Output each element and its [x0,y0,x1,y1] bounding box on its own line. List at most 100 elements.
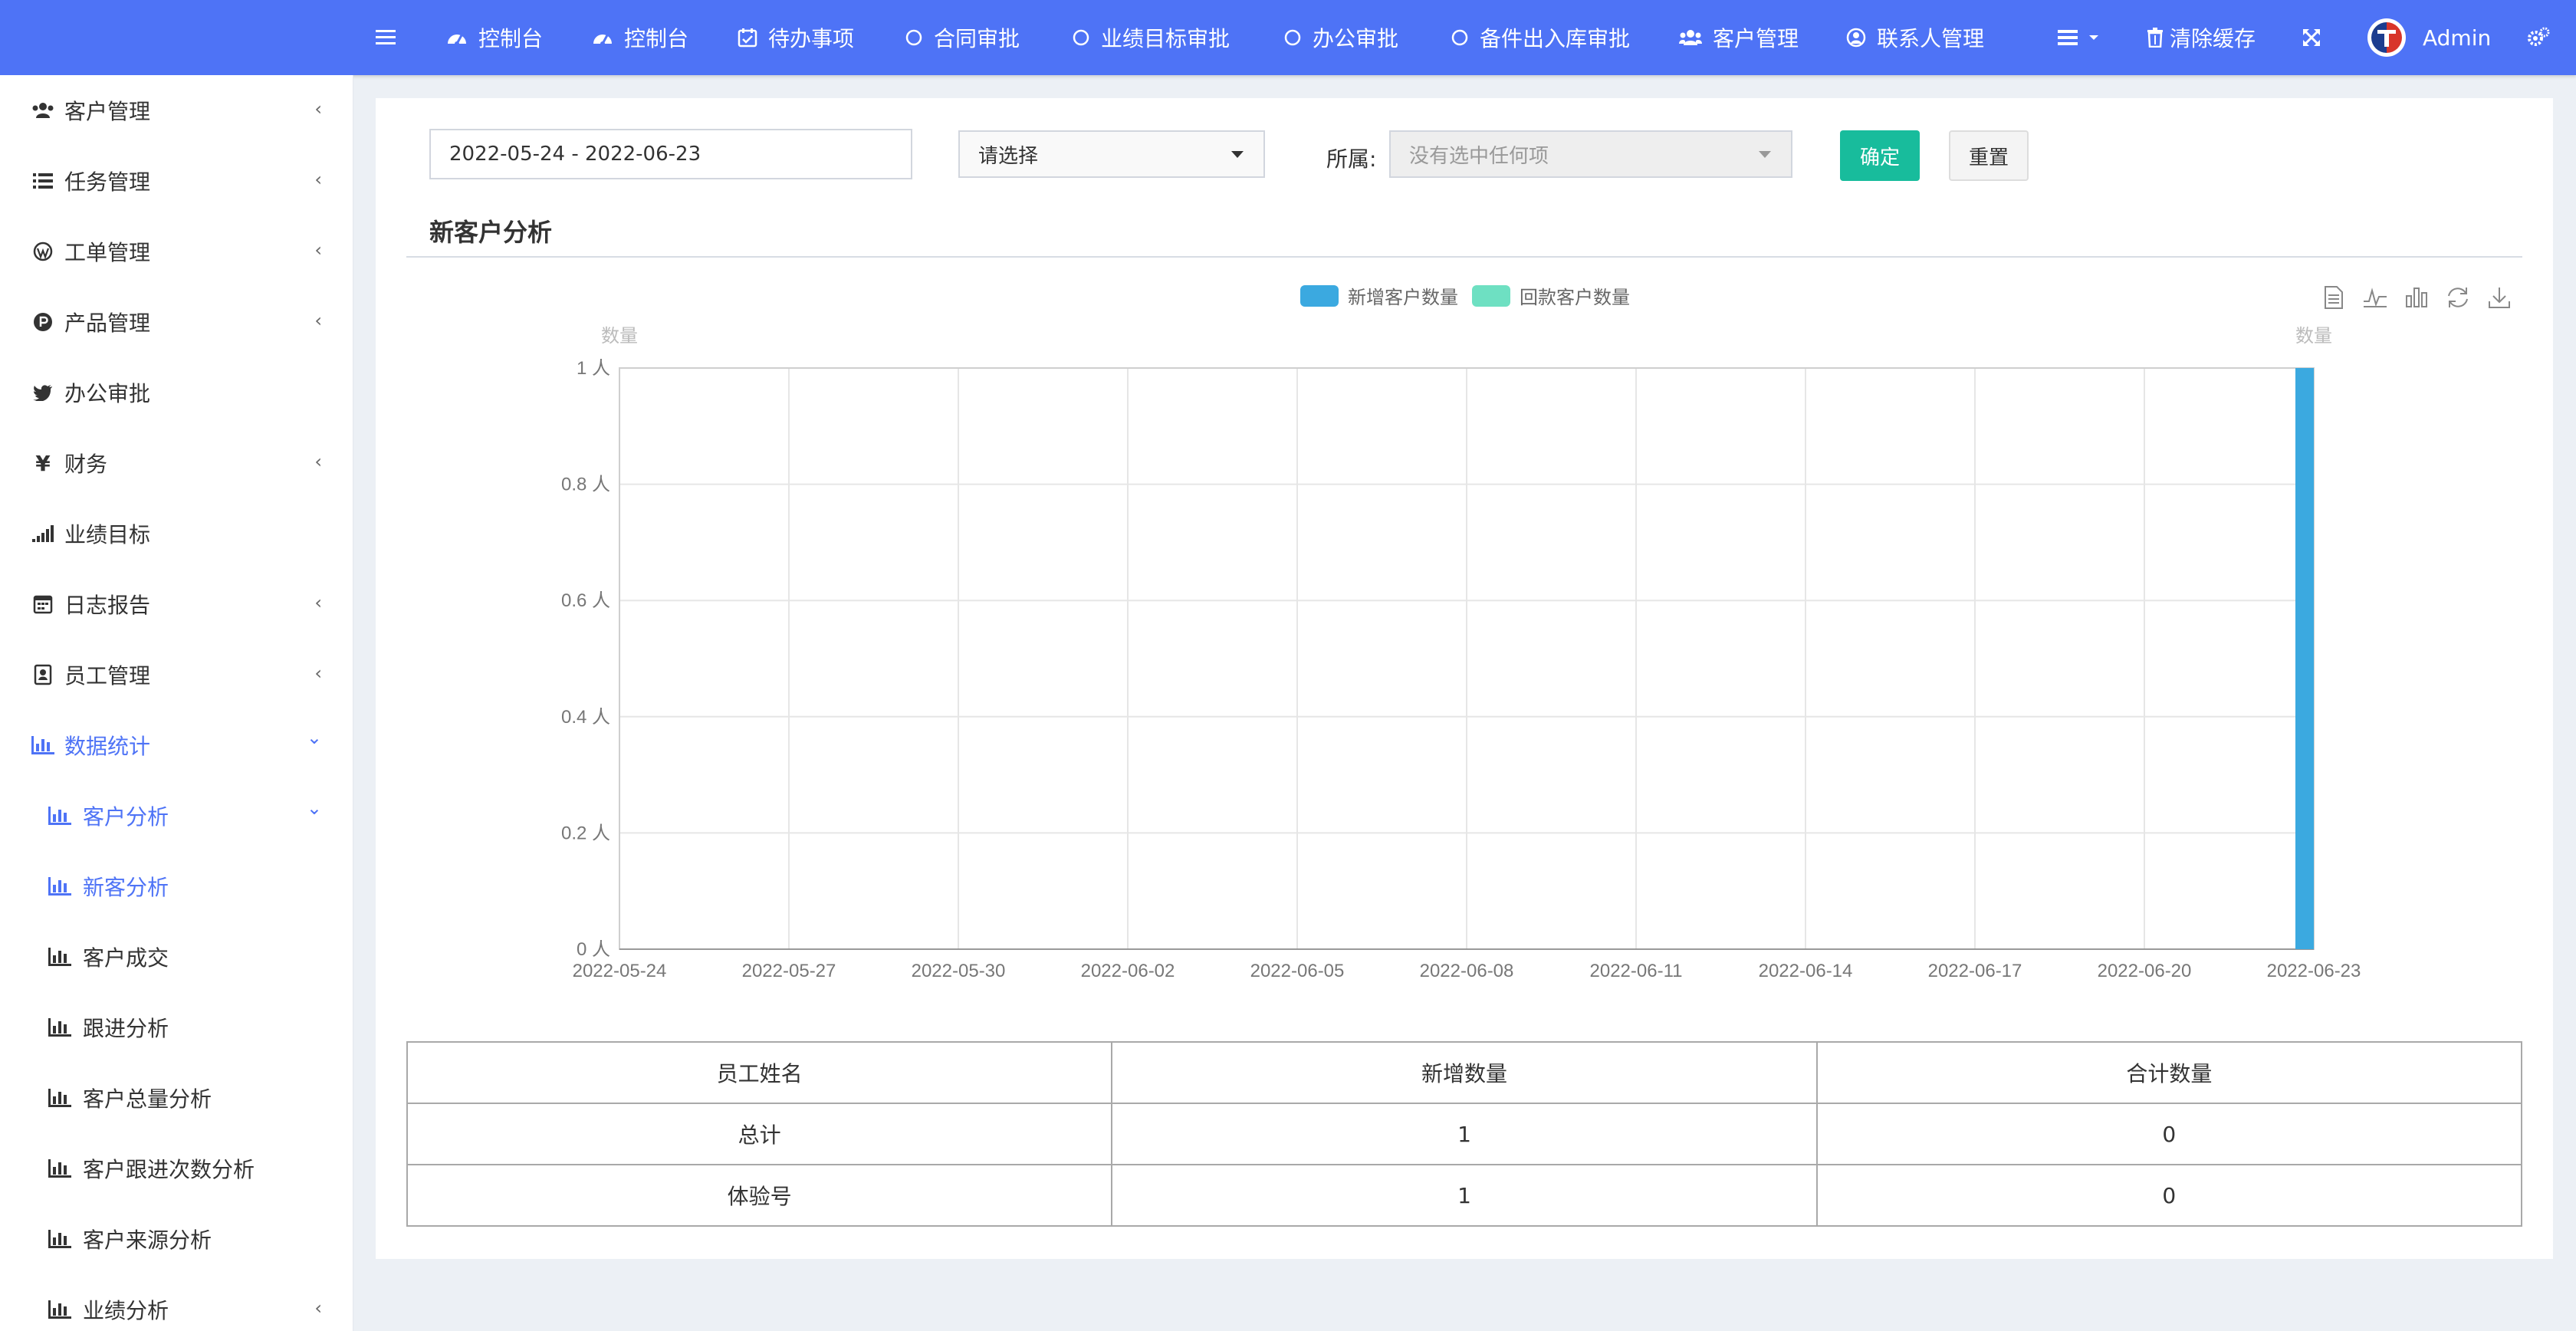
user-name: Admin [2423,25,2492,51]
table-cell: 1 [1111,1164,1818,1227]
nav-contact-management[interactable]: 联系人管理 [1846,0,1984,75]
y-axis-name-right: 数量 [2295,326,2332,347]
x-tick-label: 2022-05-27 [742,961,836,981]
nav-dashboard-1[interactable]: 控制台 [446,0,543,75]
clear-cache-label: 清除缓存 [2170,26,2256,51]
x-tick-label: 2022-06-14 [1759,961,1853,981]
y-tick-label: 1 人 [577,358,610,379]
sidebar-item-task-management[interactable]: 任务管理 ‹ [0,146,353,216]
nav-contract-approval[interactable]: 合同审批 [905,0,1020,75]
bar-chart-icon [48,1018,72,1037]
chevron-left-icon: ‹ [314,592,322,613]
sidebar-item-data-statistics[interactable]: 数据统计 ⌄ [0,710,353,781]
sidebar-item-customer-source-analysis[interactable]: 客户来源分析 [0,1204,353,1274]
sidebar-item-label: 客户分析 [83,804,169,830]
nav-label: 联系人管理 [1877,26,1985,51]
sidebar-item-customer-deals[interactable]: 客户成交 [0,922,353,992]
nav-office-approval[interactable]: 办公审批 [1283,0,1398,75]
content-panel: 2022-05-24 - 2022-06-23 请选择 所属: 没有选中任何项 … [376,98,2553,1259]
sidebar-item-label: 办公审批 [64,381,151,406]
table-row: 总计 1 0 [406,1103,2523,1165]
y-axis-name-left: 数量 [601,326,638,347]
nav-label: 备件出入库审批 [1480,26,1631,51]
sidebar-item-follow-up-count-analysis[interactable]: 客户跟进次数分析 [0,1133,353,1204]
bar-chart-icon [48,1300,72,1319]
user-circle-icon [1846,28,1866,48]
x-tick-label: 2022-06-05 [1250,961,1345,981]
sidebar-item-label: 员工管理 [64,663,151,689]
user-menu[interactable]: Admin [2367,0,2491,75]
sidebar-item-label: 工单管理 [64,240,151,265]
x-tick-label: 2022-06-20 [2098,961,2192,981]
chevron-left-icon: ‹ [314,1297,322,1319]
sidebar-item-label: 新客分析 [83,875,169,900]
expand-icon [2302,28,2321,48]
nav-label: 业绩目标审批 [1101,26,1230,51]
x-tick-label: 2022-06-08 [1420,961,1514,981]
chevron-down-icon: ⌄ [306,727,322,748]
sidebar-item-customer-analysis[interactable]: 客户分析 ⌄ [0,781,353,851]
chevron-left-icon: ‹ [314,239,322,261]
circle-outline-icon [1451,28,1469,47]
more-menu-dropdown[interactable] [2058,0,2099,75]
sidebar-item-log-report[interactable]: 日志报告 ‹ [0,569,353,639]
sidebar-item-label: 日志报告 [64,593,151,618]
circle-outline-icon [1283,28,1302,47]
settings-button[interactable] [2527,0,2561,75]
sidebar-item-new-customer-analysis[interactable]: 新客分析 [0,851,353,922]
table-header-row: 员工姓名 新增数量 合计数量 [406,1041,2523,1104]
y-tick-label: 0 人 [577,939,610,960]
avatar [2367,18,2406,57]
clear-cache-button[interactable]: 清除缓存 [2147,0,2256,75]
y-tick-label: 0.4 人 [561,707,610,728]
y-tick-label: 0.2 人 [561,823,610,843]
sidebar-item-staff-management[interactable]: 员工管理 ‹ [0,639,353,710]
nav-target-approval[interactable]: 业绩目标审批 [1072,0,1230,75]
table-cell: 总计 [406,1103,1113,1165]
y-tick-label: 0.8 人 [561,475,610,495]
x-tick-label: 2022-06-23 [2267,961,2361,981]
sidebar-item-office-approval[interactable]: 办公审批 [0,357,353,428]
sidebar-item-follow-up-analysis[interactable]: 跟进分析 [0,992,353,1063]
nav-label: 合同审批 [934,26,1020,51]
sidebar-item-product-management[interactable]: 产品管理 ‹ [0,287,353,357]
bar-新增客户数量 [2295,368,2314,949]
sidebar-item-work-order[interactable]: 工单管理 ‹ [0,216,353,287]
table-cell: 体验号 [406,1164,1113,1227]
sidebar-item-label: 跟进分析 [83,1016,169,1041]
table-cell: 1 [1111,1103,1818,1165]
signal-icon [31,525,55,542]
column-header-total-count: 合计数量 [1815,1041,2523,1104]
fullscreen-button[interactable] [2302,0,2332,75]
bar-chart-icon [31,736,55,754]
dashboard-icon [592,28,613,47]
nav-label: 控制台 [624,26,689,51]
dashboard-icon [446,28,468,47]
list-icon [2058,28,2078,47]
sidebar-item-label: 业绩目标 [64,522,151,547]
circle-outline-icon [1072,28,1090,47]
sidebar-item-label: 客户跟进次数分析 [83,1157,255,1182]
id-badge-icon [31,664,55,685]
bar-chart-icon [48,877,72,896]
y-tick-label: 0.6 人 [561,590,610,611]
sidebar-item-finance[interactable]: ¥ 财务 ‹ [0,428,353,498]
table-row: 体验号 1 0 [406,1164,2523,1227]
chevron-left-icon: ‹ [314,310,322,331]
nav-dashboard-2[interactable]: 控制台 [592,0,688,75]
nav-spare-parts-approval[interactable]: 备件出入库审批 [1451,0,1630,75]
sidebar-item-label: 客户管理 [64,99,151,124]
nav-customer-management[interactable]: 客户管理 [1679,0,1799,75]
sidebar-item-performance-analysis[interactable]: 业绩分析 ‹ [0,1274,353,1331]
sidebar: 客户管理 ‹ 任务管理 ‹ 工单管理 ‹ 产品管理 ‹ 办公审批 ¥ 财务 ‹ … [0,75,353,1331]
table-cell: 0 [1815,1103,2523,1165]
sidebar-item-customer-total-analysis[interactable]: 客户总量分析 [0,1063,353,1133]
chevron-left-icon: ‹ [314,98,322,120]
x-tick-label: 2022-05-30 [912,961,1006,981]
sidebar-toggle-button[interactable] [376,0,406,75]
sidebar-item-performance-target[interactable]: 业绩目标 [0,498,353,569]
sidebar-item-customer-management[interactable]: 客户管理 ‹ [0,75,353,146]
wordpress-icon [31,242,55,261]
nav-todo[interactable]: 待办事项 [738,0,854,75]
circle-outline-icon [905,28,923,47]
